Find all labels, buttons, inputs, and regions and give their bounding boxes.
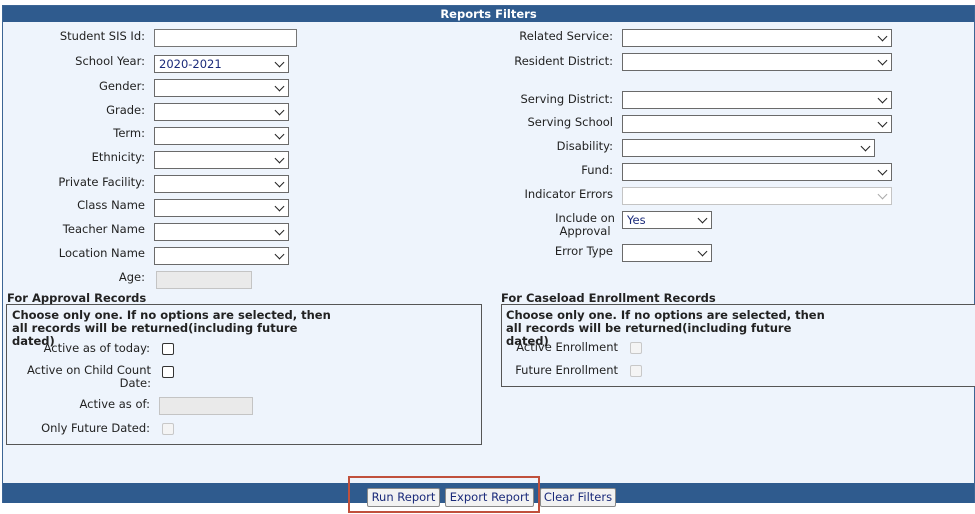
indicator-errors-select (622, 187, 892, 205)
ethnicity-select[interactable] (154, 151, 289, 169)
disability-select[interactable] (622, 139, 875, 157)
future-enrollment-label: Future Enrollment (515, 363, 618, 377)
chevron-down-icon (877, 31, 888, 42)
age-label: Age: (118, 270, 145, 284)
clear-filters-button[interactable]: Clear Filters (540, 488, 616, 507)
class-name-select[interactable] (154, 199, 289, 217)
chevron-down-icon (274, 81, 285, 92)
active-child-count-checkbox[interactable] (162, 366, 174, 378)
resident-district-select[interactable] (622, 53, 892, 71)
indicator-errors-label: Indicator Errors (524, 187, 614, 201)
only-future-label: Only Future Dated: (41, 421, 150, 435)
age-input (156, 271, 252, 289)
serving-school-label: Serving School (527, 115, 613, 129)
chevron-down-icon (877, 117, 888, 128)
related-service-select[interactable] (622, 29, 892, 47)
student-sis-id-label: Student SIS Id: (59, 29, 145, 43)
location-name-label: Location Name (58, 246, 145, 260)
related-service-label: Related Service: (519, 29, 613, 43)
term-select[interactable] (154, 127, 289, 145)
class-name-label: Class Name (77, 198, 145, 212)
active-today-label: Active as of today: (43, 341, 150, 355)
chevron-down-icon (274, 105, 285, 116)
future-enrollment-checkbox (630, 365, 642, 377)
only-future-checkbox (162, 423, 174, 435)
chevron-down-icon (274, 177, 285, 188)
ethnicity-label: Ethnicity: (91, 150, 145, 164)
disability-label: Disability: (556, 139, 613, 153)
chevron-down-icon (697, 246, 708, 257)
caseload-section-title: For Caseload Enrollment Records (501, 291, 716, 305)
school-year-value: 2020-2021 (159, 57, 222, 71)
chevron-down-icon (274, 201, 285, 212)
panel-header: Reports Filters (3, 6, 974, 22)
active-as-of-input (159, 397, 253, 415)
gender-label: Gender: (98, 79, 145, 93)
chevron-down-icon (274, 129, 285, 140)
chevron-down-icon (860, 141, 871, 152)
active-enrollment-label: Active Enrollment (516, 340, 618, 354)
chevron-down-icon (877, 55, 888, 66)
teacher-name-label: Teacher Name (62, 222, 145, 236)
chevron-down-icon (274, 57, 285, 68)
chevron-down-icon (877, 189, 888, 200)
school-year-label: School Year: (75, 54, 145, 68)
student-sis-id-input[interactable] (154, 29, 297, 47)
chevron-down-icon (877, 165, 888, 176)
error-type-select[interactable] (622, 244, 712, 262)
serving-district-select[interactable] (622, 91, 892, 109)
active-as-of-label: Active as of: (79, 397, 150, 411)
serving-district-label: Serving District: (520, 92, 613, 106)
private-facility-label: Private Facility: (58, 175, 145, 189)
chevron-down-icon (877, 93, 888, 104)
error-type-label: Error Type (554, 244, 613, 258)
private-facility-select[interactable] (154, 175, 289, 193)
include-on-approval-label: Include on Approval (555, 211, 615, 238)
term-label: Term: (113, 126, 145, 140)
active-enrollment-checkbox (630, 342, 642, 354)
chevron-down-icon (697, 213, 708, 224)
teacher-name-select[interactable] (154, 223, 289, 241)
include-on-approval-select[interactable]: Yes (622, 211, 712, 229)
grade-select[interactable] (154, 103, 289, 121)
chevron-down-icon (274, 153, 285, 164)
approval-section-title: For Approval Records (7, 291, 147, 305)
export-report-button[interactable]: Export Report (445, 488, 534, 507)
location-name-select[interactable] (154, 247, 289, 265)
active-child-count-label: Active on Child Count Date: (26, 363, 151, 390)
active-today-checkbox[interactable] (162, 343, 174, 355)
gender-select[interactable] (154, 79, 289, 97)
run-report-button[interactable]: Run Report (367, 488, 440, 507)
resident-district-label: Resident District: (514, 54, 613, 68)
grade-label: Grade: (106, 103, 145, 117)
chevron-down-icon (274, 225, 285, 236)
serving-school-select[interactable] (622, 115, 892, 133)
chevron-down-icon (274, 249, 285, 260)
include-on-approval-value: Yes (627, 213, 646, 227)
fund-label: Fund: (581, 163, 613, 177)
school-year-select[interactable]: 2020-2021 (154, 55, 289, 73)
fund-select[interactable] (622, 163, 892, 181)
